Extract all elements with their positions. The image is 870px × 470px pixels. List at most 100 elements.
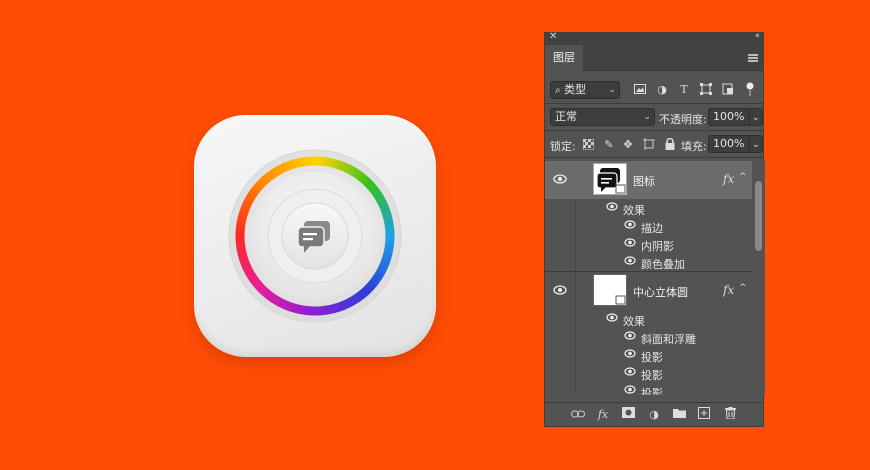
opacity-dropdown[interactable]: ⌄ xyxy=(749,108,763,126)
ring-segment xyxy=(278,163,287,174)
ring-segment xyxy=(343,163,352,174)
panel-menu-icon[interactable] xyxy=(748,54,758,62)
ring-segment xyxy=(236,218,247,226)
effect-row[interactable]: 颜色叠加 xyxy=(545,253,752,271)
fx-icon[interactable]: fx xyxy=(723,172,734,186)
effects-group-row[interactable]: 效果 xyxy=(545,199,752,217)
chevron-down-icon: ⌄ xyxy=(608,85,616,95)
visibility-eye-icon[interactable] xyxy=(605,313,619,325)
lock-pixels-icon[interactable]: ✎ xyxy=(601,136,617,152)
ring-segment xyxy=(371,274,382,284)
layers-list: 图标 fx ^ 效果 描边 内阴影 颜色叠加 中心立体圆 fx ^ 效果 斜面和… xyxy=(545,161,752,395)
ring-segment xyxy=(377,264,388,273)
search-icon: ⌕ xyxy=(555,85,561,96)
ring-segment xyxy=(271,166,281,177)
layers-panel: ✕ ‹‹ 图层 ⌕ 类型 ⌄ ◑ T 正常 ⌄ 不透明度: 100% ⌄ 锁定:… xyxy=(544,31,765,427)
lock-artboard-icon[interactable] xyxy=(641,136,657,152)
effects-group-row[interactable]: 效果 xyxy=(545,310,752,328)
collapse-icon[interactable]: ‹‹ xyxy=(755,31,760,41)
ring-segment xyxy=(242,199,253,208)
adjustment-filter-icon[interactable]: ◑ xyxy=(654,81,670,97)
close-icon[interactable]: ✕ xyxy=(549,31,557,42)
tab-layers[interactable]: 图层 xyxy=(545,45,583,71)
trash-icon[interactable] xyxy=(722,407,738,423)
visibility-eye-icon[interactable] xyxy=(553,285,567,297)
lock-all-icon[interactable] xyxy=(662,136,678,152)
mask-icon[interactable] xyxy=(620,407,636,423)
scrollbar-thumb[interactable] xyxy=(755,181,762,251)
lock-position-icon[interactable]: ✥ xyxy=(620,136,636,152)
fill-input[interactable]: 100% xyxy=(708,135,750,153)
type-filter-icon[interactable]: T xyxy=(676,81,692,97)
effect-name: 内阴影 xyxy=(641,240,674,253)
effect-row[interactable]: 斜面和浮雕 xyxy=(545,328,752,346)
effect-row[interactable]: 描边 xyxy=(545,217,752,235)
shape-filter-icon[interactable] xyxy=(698,81,714,97)
ring-segment xyxy=(359,174,369,185)
visibility-eye-icon[interactable] xyxy=(623,331,637,343)
effect-name: 斜面和浮雕 xyxy=(641,333,696,346)
link-icon[interactable] xyxy=(570,407,586,423)
ring-segment xyxy=(240,260,251,269)
ring-segment xyxy=(321,305,328,316)
ring-segment xyxy=(329,304,336,314)
adjustment-icon[interactable]: ◑ xyxy=(646,407,662,423)
visibility-eye-icon[interactable] xyxy=(605,202,619,214)
image-filter-icon[interactable] xyxy=(632,81,648,97)
filter-kind-select[interactable]: ⌕ 类型 ⌄ xyxy=(550,81,620,99)
ring-segment xyxy=(367,182,378,193)
visibility-eye-icon[interactable] xyxy=(623,349,637,361)
ring-segment xyxy=(294,158,301,168)
ring-segment xyxy=(293,303,301,314)
layer-name[interactable]: 中心立体圆 xyxy=(633,284,688,300)
fill-dropdown[interactable]: ⌄ xyxy=(749,135,763,153)
visibility-eye-icon[interactable] xyxy=(623,220,637,232)
effect-row[interactable]: 投影 xyxy=(545,382,752,395)
ring-segment xyxy=(240,203,251,211)
smart-object-filter-icon[interactable] xyxy=(720,81,736,97)
ring-segment xyxy=(349,295,359,306)
ring-segment xyxy=(258,285,268,296)
visibility-eye-icon[interactable] xyxy=(623,385,637,395)
ring-segment xyxy=(289,302,297,313)
layer-thumbnail[interactable] xyxy=(593,274,627,306)
ring-segment xyxy=(282,161,291,172)
new-layer-icon[interactable] xyxy=(696,407,712,423)
ring-segment xyxy=(274,296,284,307)
visibility-eye-icon[interactable] xyxy=(553,174,567,186)
filter-kind-label: 类型 xyxy=(564,83,587,96)
effect-row[interactable]: 内阴影 xyxy=(545,235,752,253)
panel-tab-row: 图层 xyxy=(545,45,763,71)
ring-segment xyxy=(237,250,247,257)
visibility-eye-icon[interactable] xyxy=(623,238,637,250)
effect-row[interactable]: 投影 xyxy=(545,364,752,382)
fx-icon[interactable]: fx xyxy=(723,283,734,297)
ring-segment xyxy=(242,264,253,273)
ring-segment xyxy=(235,222,246,229)
fx-icon[interactable]: fx xyxy=(595,407,611,423)
chevron-up-icon[interactable]: ^ xyxy=(739,283,747,293)
ring-segment xyxy=(343,298,352,309)
ring-segment xyxy=(285,301,294,312)
opacity-input[interactable]: 100% xyxy=(708,108,750,126)
layer-thumbnail[interactable] xyxy=(593,163,627,195)
blend-mode-select[interactable]: 正常 ⌄ xyxy=(550,108,655,126)
lock-transparency-icon[interactable] xyxy=(580,136,596,152)
effect-row[interactable]: 投影 xyxy=(545,346,752,364)
visibility-eye-icon[interactable] xyxy=(623,256,637,268)
ring-segment xyxy=(290,159,298,169)
ring-segment xyxy=(376,196,387,205)
filter-toggle-icon[interactable] xyxy=(745,81,755,97)
opacity-label: 不透明度: xyxy=(659,113,707,126)
layer-row[interactable]: 中心立体圆 fx ^ xyxy=(545,272,752,310)
ring-segment xyxy=(364,283,375,293)
visibility-eye-icon[interactable] xyxy=(623,367,637,379)
layer-row[interactable]: 图标 fx ^ xyxy=(545,161,752,199)
ring-segment xyxy=(253,182,264,192)
chevron-up-icon[interactable]: ^ xyxy=(739,172,747,182)
layers-scrollbar[interactable] xyxy=(752,161,765,395)
folder-icon[interactable] xyxy=(671,407,687,423)
layer-name[interactable]: 图标 xyxy=(633,173,655,189)
ring-segment xyxy=(325,304,332,315)
filter-row: ⌕ 类型 ⌄ ◑ T xyxy=(545,77,763,103)
